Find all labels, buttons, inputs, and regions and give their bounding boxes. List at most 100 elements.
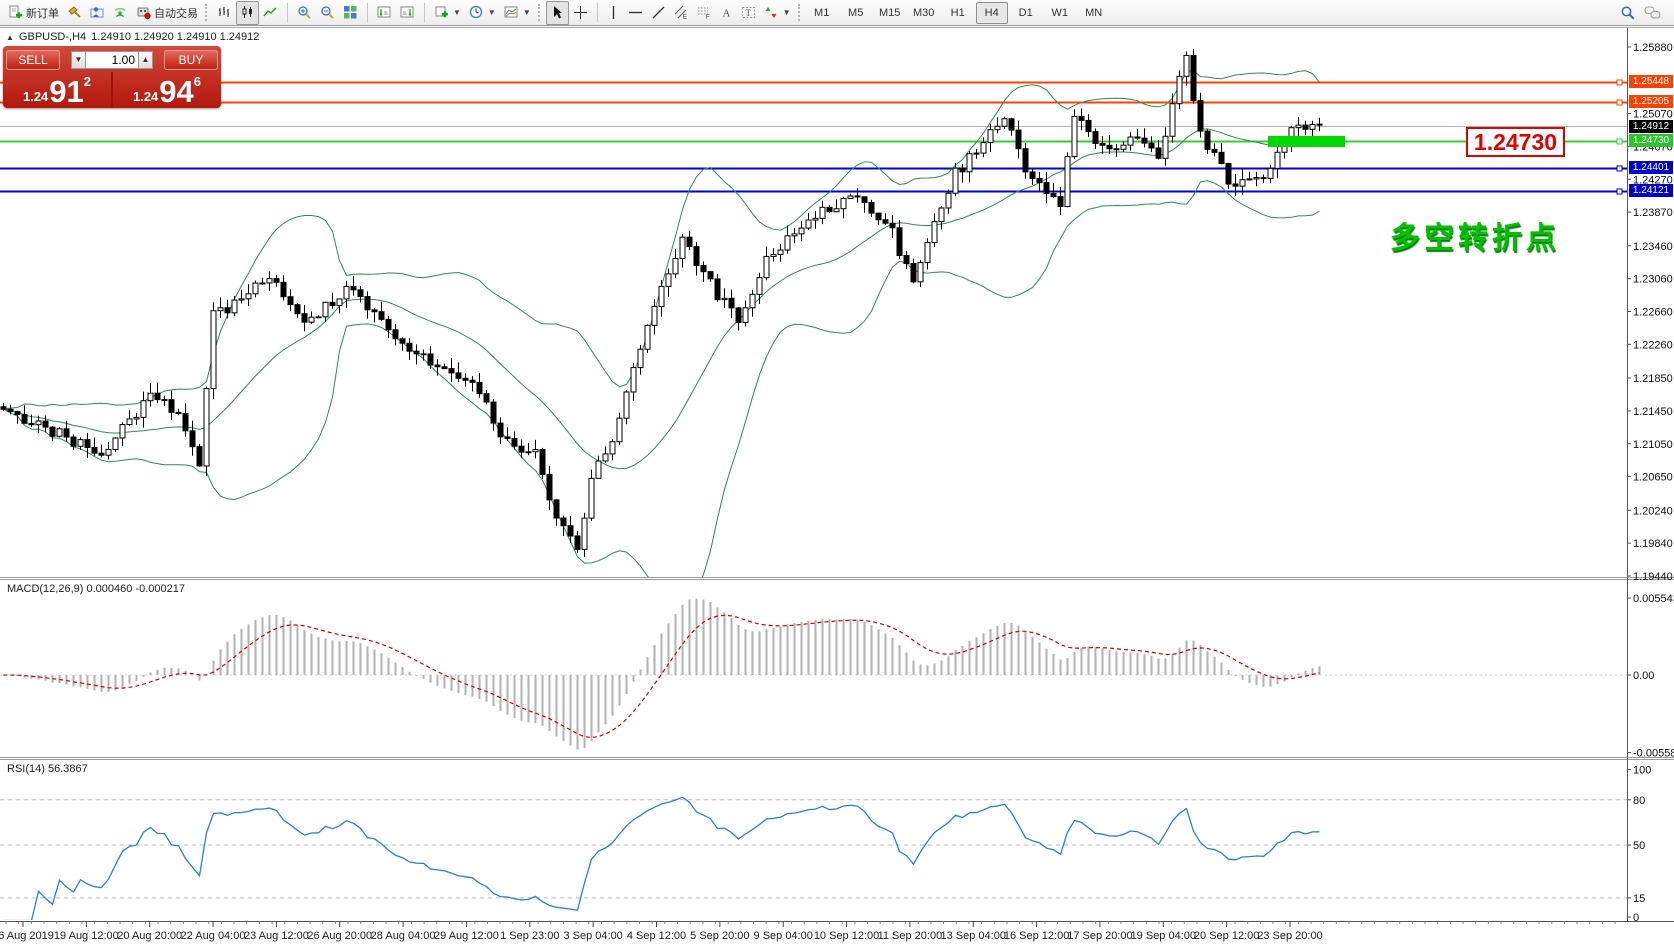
caret-down-icon: ▼: [523, 8, 531, 17]
auto-trading-button[interactable]: 自动交易: [132, 1, 202, 25]
svg-text:23 Sep 20:00: 23 Sep 20:00: [1257, 930, 1322, 942]
arrange-charts-left-button[interactable]: [373, 1, 396, 25]
timeframe-d1-button[interactable]: D1: [1010, 2, 1042, 24]
price-line-label: 1.25205: [1629, 95, 1673, 108]
price-line-label: 1.24121: [1629, 184, 1673, 197]
svg-text:20 Aug 20:00: 20 Aug 20:00: [117, 930, 182, 942]
tile-windows-icon: [343, 5, 358, 20]
timeframe-m5-button[interactable]: M5: [840, 2, 872, 24]
timeframe-m30-button[interactable]: M30: [908, 2, 940, 24]
mt4-window: 新订单 自动交易: [0, 0, 1674, 950]
svg-text:-0.005583: -0.005583: [1633, 748, 1674, 760]
symbol-ohlc: 1.24910 1.24920 1.24910 1.24912: [91, 31, 259, 43]
svg-text:1 Sep 23:00: 1 Sep 23:00: [500, 930, 559, 942]
svg-text:50: 50: [1633, 840, 1645, 852]
buy-button[interactable]: BUY: [164, 50, 218, 70]
search-button[interactable]: [1616, 1, 1640, 25]
svg-text:1.22660: 1.22660: [1633, 307, 1673, 319]
candlestick-chart-icon: [240, 5, 255, 20]
chinese-note[interactable]: 多空转折点: [1390, 213, 1560, 257]
ask-quote[interactable]: 1.24 94 6: [113, 72, 221, 108]
text-label-icon: T: [741, 5, 756, 20]
toolbar: 新订单 自动交易: [0, 0, 1674, 26]
collapse-arrow-icon[interactable]: ▲: [6, 33, 14, 42]
template-dropdown[interactable]: ▼: [500, 1, 535, 25]
line-chart-button[interactable]: [259, 1, 282, 25]
zoom-out-button[interactable]: [316, 1, 339, 25]
svg-text:28 Aug 04:00: 28 Aug 04:00: [371, 930, 436, 942]
svg-text:13 Sep 04:00: 13 Sep 04:00: [941, 930, 1006, 942]
svg-text:19 Aug 12:00: 19 Aug 12:00: [54, 930, 119, 942]
chat-button[interactable]: [1640, 1, 1666, 25]
arrange-right-icon: [400, 5, 415, 20]
sell-button[interactable]: SELL: [6, 50, 60, 70]
text-label-button[interactable]: T: [737, 1, 760, 25]
zoom-in-button[interactable]: [293, 1, 316, 25]
vertical-line-button[interactable]: [603, 1, 624, 25]
auto-trading-icon: [136, 5, 151, 20]
tester-icon: [90, 5, 105, 20]
horizontal-line-button[interactable]: [624, 1, 647, 25]
svg-text:1.23060: 1.23060: [1633, 274, 1673, 286]
timeframe-h4-button[interactable]: H4: [976, 2, 1008, 24]
bid-big: 91: [49, 77, 83, 107]
horizontal-line-icon: [628, 5, 643, 20]
new-chart-dropdown[interactable]: ▼: [430, 1, 465, 25]
new-order-button[interactable]: 新订单: [4, 1, 63, 25]
svg-text:19 Sep 04:00: 19 Sep 04:00: [1131, 930, 1196, 942]
shapes-dropdown[interactable]: ▼: [760, 1, 795, 25]
hammer-button[interactable]: [63, 1, 86, 25]
symbol-title: GBPUSD-,H4: [19, 31, 86, 43]
timeframe-mn-button[interactable]: MN: [1078, 2, 1110, 24]
trendline-icon: [651, 5, 666, 20]
symbol-header: ▲ GBPUSD-,H4 1.24910 1.24920 1.24910 1.2…: [6, 31, 259, 43]
auto-trading-label: 自动交易: [154, 5, 198, 21]
chart-canvas[interactable]: 1.258801.250701.246701.242701.238701.234…: [0, 0, 1674, 950]
trendline-button[interactable]: [647, 1, 670, 25]
signals-button[interactable]: [109, 1, 132, 25]
strategy-tester-button[interactable]: [86, 1, 109, 25]
caret-down-icon: ▼: [453, 8, 461, 17]
candlestick-chart-button[interactable]: [236, 1, 259, 25]
zoom-out-icon: [320, 5, 335, 20]
volume-input[interactable]: [86, 51, 138, 69]
svg-text:22 Aug 04:00: 22 Aug 04:00: [181, 930, 246, 942]
svg-text:T: T: [745, 8, 751, 18]
toolbar-separator: [367, 3, 368, 22]
timeframe-m1-button[interactable]: M1: [806, 2, 838, 24]
cursor-button[interactable]: [546, 1, 569, 25]
svg-text:3 Sep 04:00: 3 Sep 04:00: [563, 930, 622, 942]
signals-icon: [113, 5, 128, 20]
period-dropdown[interactable]: ▼: [465, 1, 500, 25]
bar-chart-button[interactable]: [213, 1, 236, 25]
toolbar-separator: [287, 3, 288, 22]
arrange-charts-right-button[interactable]: [396, 1, 419, 25]
ask-sup: 6: [194, 74, 201, 89]
new-order-icon: [8, 5, 23, 20]
crosshair-button[interactable]: [569, 1, 592, 25]
svg-text:16 Sep 12:00: 16 Sep 12:00: [1004, 930, 1069, 942]
volume-down-button[interactable]: ▼: [71, 51, 86, 69]
svg-text:100: 100: [1633, 765, 1651, 777]
caret-down-icon: ▼: [488, 8, 496, 17]
equidistant-channel-button[interactable]: E: [670, 1, 693, 25]
toolbar-separator: [424, 3, 425, 22]
macd-label: MACD(12,26,9) 0.000460 -0.000217: [7, 583, 185, 595]
timeframe-bar: M1M5M15M30H1H4D1W1MN: [806, 2, 1110, 24]
svg-text:15: 15: [1633, 893, 1645, 905]
bid-quote[interactable]: 1.24 91 2: [3, 72, 111, 108]
timeframe-w1-button[interactable]: W1: [1044, 2, 1076, 24]
svg-text:10 Sep 12:00: 10 Sep 12:00: [814, 930, 879, 942]
svg-text:A: A: [722, 8, 730, 20]
svg-text:1.22260: 1.22260: [1633, 339, 1673, 351]
volume-up-button[interactable]: ▲: [138, 51, 153, 69]
fibonacci-button[interactable]: F: [693, 1, 716, 25]
timeframe-m15-button[interactable]: M15: [874, 2, 906, 24]
timeframe-h1-button[interactable]: H1: [942, 2, 974, 24]
svg-text:4 Sep 12:00: 4 Sep 12:00: [627, 930, 686, 942]
crosshair-icon: [573, 5, 588, 20]
price-annotation-box[interactable]: 1.24730: [1466, 127, 1565, 157]
svg-text:5 Sep 20:00: 5 Sep 20:00: [690, 930, 749, 942]
text-button[interactable]: A: [716, 1, 737, 25]
tile-windows-button[interactable]: [339, 1, 362, 25]
